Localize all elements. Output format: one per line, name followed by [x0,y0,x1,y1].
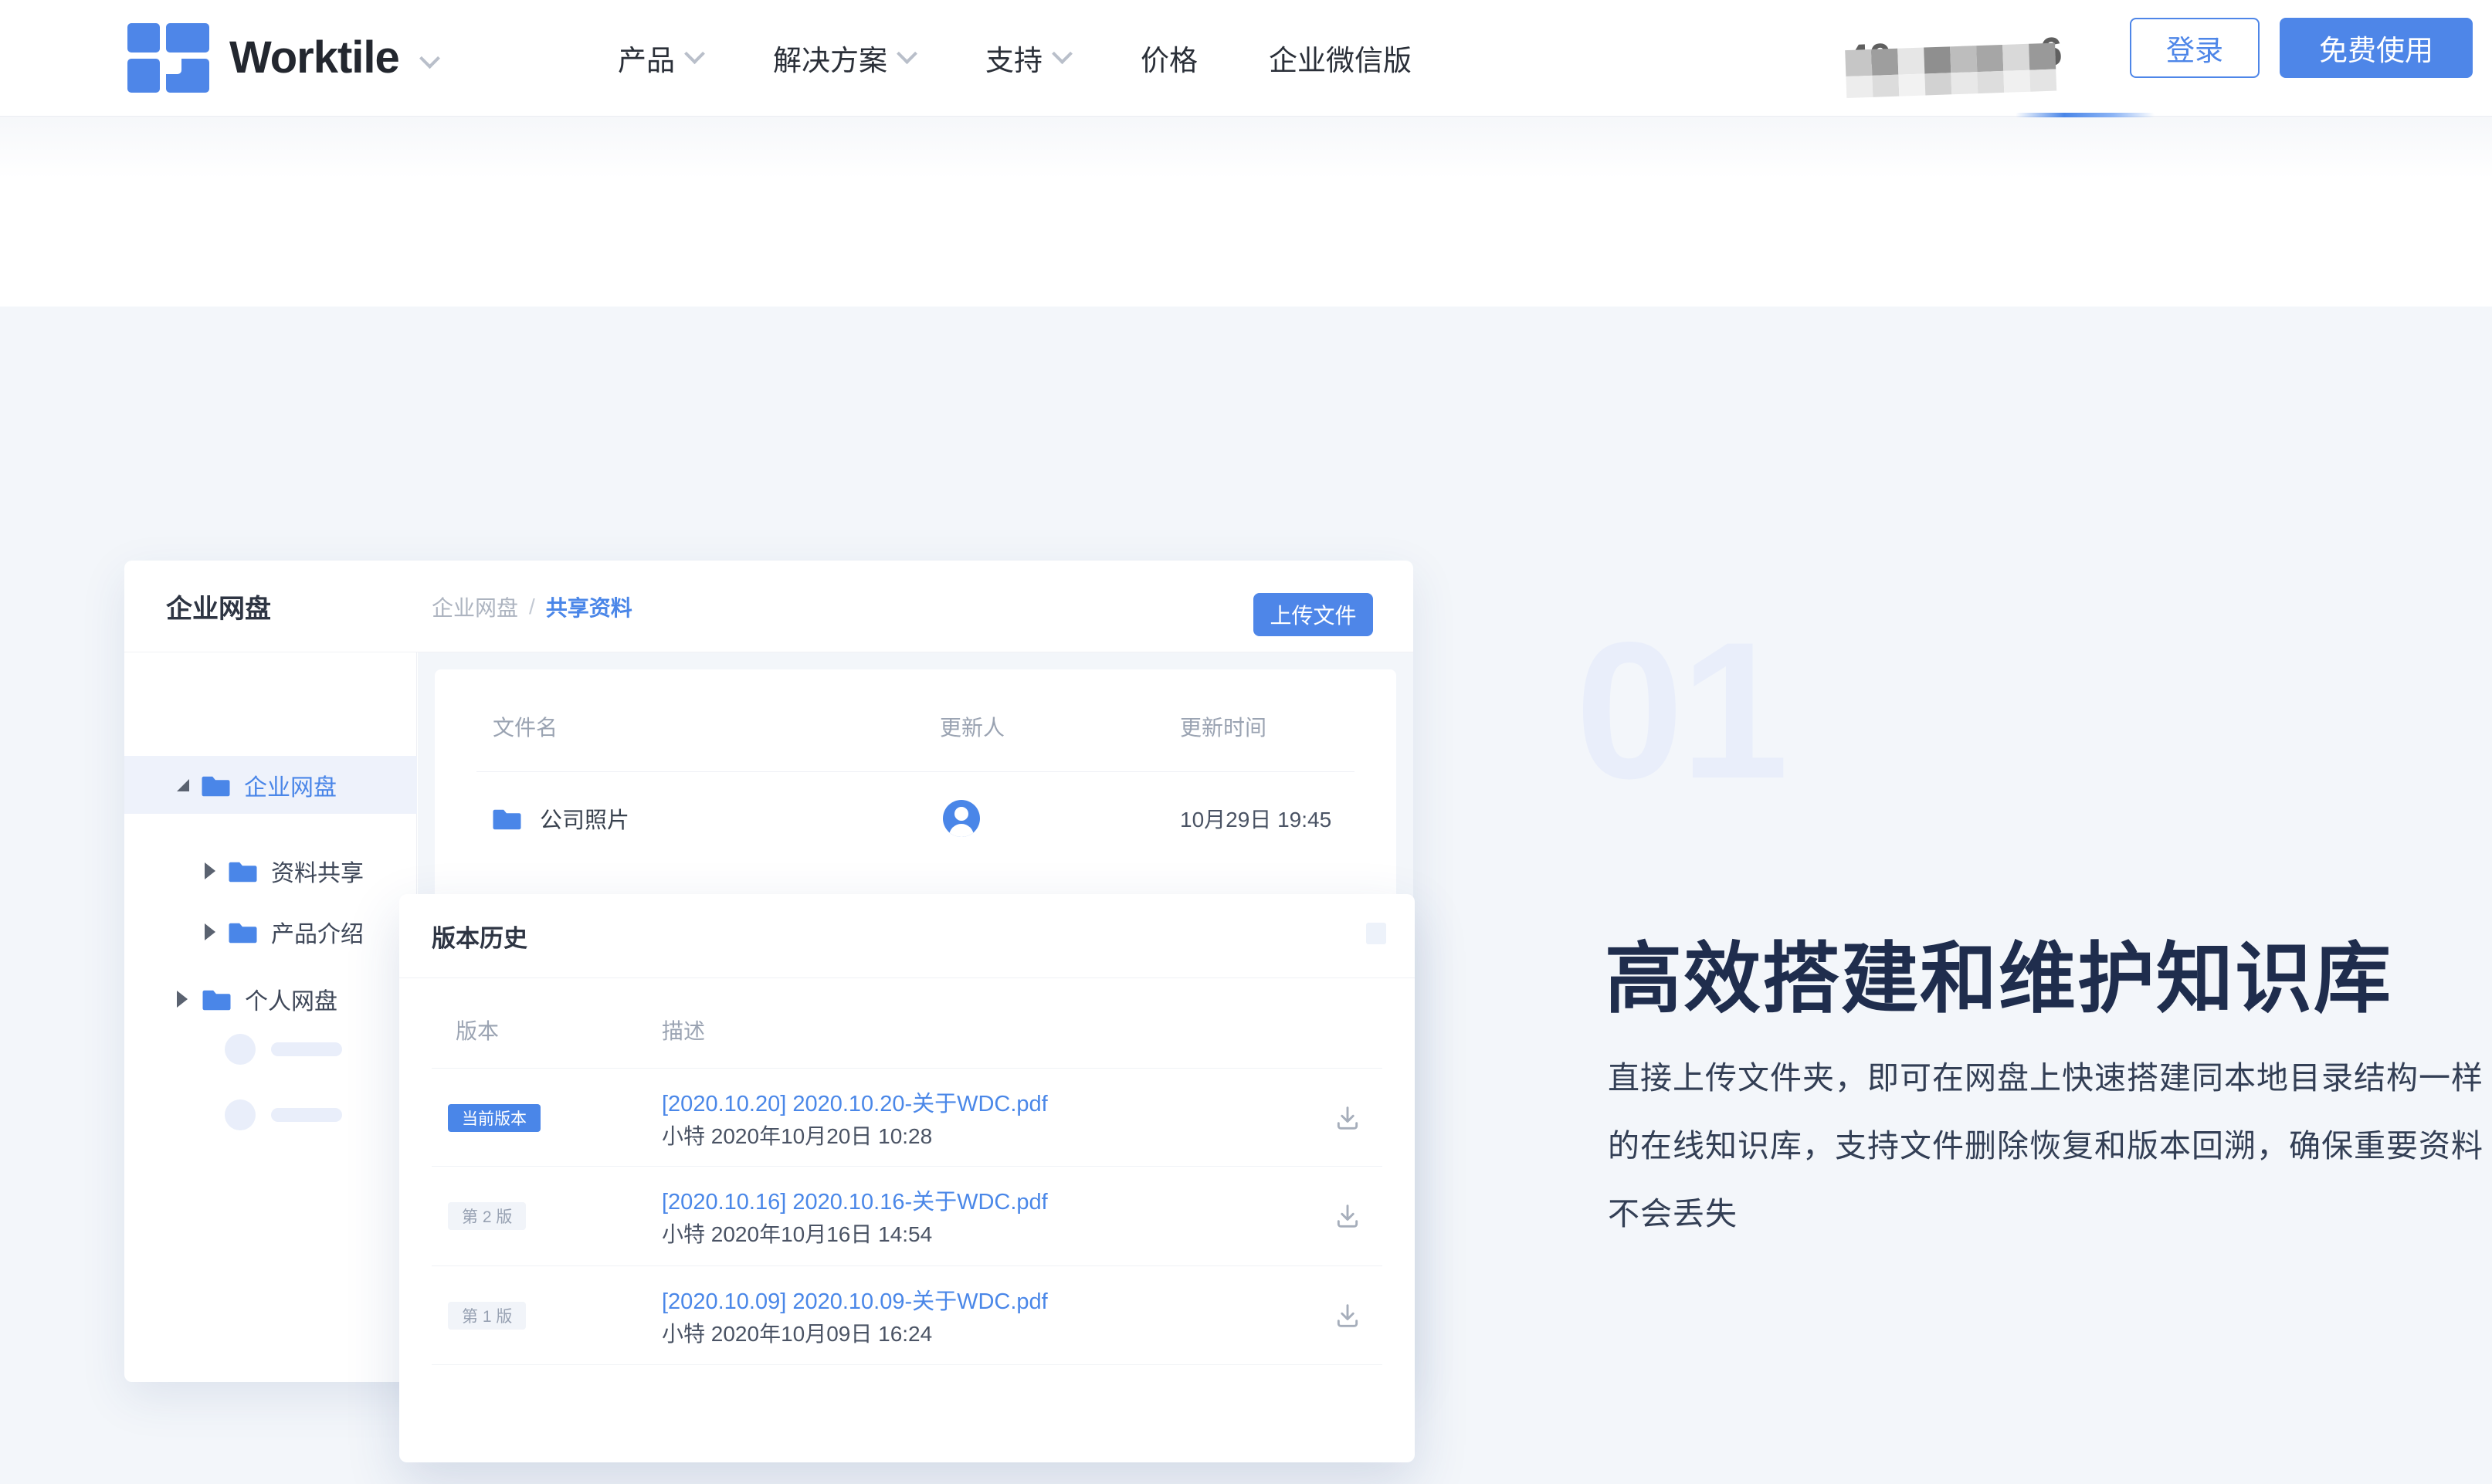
version-meta: 小特 2020年10月20日 10:28 [662,1120,932,1150]
feature-index-watermark: 01 [1575,614,1785,808]
drive-card-header: 企业网盘 企业网盘 / 共享资料 上传文件 [124,561,1413,652]
version-row: 当前版本 [2020.10.20] 2020.10.20-关于WDC.pdf 小… [399,1069,1415,1167]
nav-item-wechat-work[interactable]: 企业微信版 [1269,37,1412,79]
free-trial-button[interactable]: 免费使用 [2280,18,2473,78]
chevron-down-icon [1052,43,1073,64]
tree-item-label: 资料共享 [271,854,364,888]
column-header-updater: 更新人 [940,711,1005,742]
caret-collapsed-icon[interactable] [177,991,188,1008]
close-icon[interactable] [1366,923,1386,944]
breadcrumb: 企业网盘 / 共享资料 [432,561,632,652]
folder-icon [493,807,521,830]
nav-links: 产品 解决方案 支持 价格 企业微信版 [618,0,1412,116]
version-badge-current: 当前版本 [448,1104,541,1132]
skeleton-circle [225,1034,256,1065]
breadcrumb-separator: / [529,595,535,619]
skeleton-row [225,1099,342,1130]
logo-text: Worktile [229,32,399,83]
version-row: 第 2 版 [2020.10.16] 2020.10.16-关于WDC.pdf … [399,1167,1415,1265]
column-header-updated-time: 更新时间 [1180,711,1266,742]
table-row[interactable]: 公司照片 10月29日 19:45 [435,772,1396,865]
download-icon[interactable] [1332,1103,1363,1133]
tree-item-label: 个人网盘 [245,982,337,1016]
skeleton-bar [271,1108,342,1122]
version-file-link[interactable]: [2020.10.09] 2020.10.09-关于WDC.pdf [662,1283,1048,1316]
feature-heading: 高效搭建和维护知识库 [1605,916,2392,1028]
skeleton-row [225,1034,342,1065]
folder-icon [229,920,257,944]
breadcrumb-current: 共享资料 [546,591,632,622]
divider [432,1364,1382,1365]
chevron-down-icon [684,43,705,64]
worktile-logo[interactable]: Worktile [127,22,437,93]
feature-description: 直接上传文件夹，即可在网盘上快速搭建同本地目录结构一样的在线知识库，支持文件删除… [1608,1044,2488,1248]
version-history-modal: 版本历史 版本 描述 当前版本 [2020.10.20] 2020.10.20-… [399,894,1415,1462]
chevron-down-icon [419,48,440,69]
modal-header: 版本历史 [399,894,1415,978]
tree-item-shared-docs[interactable]: 资料共享 [124,842,417,900]
chevron-down-icon [897,43,917,64]
phone-number-pixelated: 406 [1845,29,2071,103]
column-header-description: 描述 [662,1008,705,1051]
nav-item-label: 产品 [618,37,675,79]
drive-sidebar: 企业网盘 资料共享 产品介绍 个人网盘 [124,652,417,1382]
folder-icon [229,859,257,883]
version-file-link[interactable]: [2020.10.20] 2020.10.20-关于WDC.pdf [662,1086,1048,1118]
nav-item-label: 支持 [985,37,1043,79]
tree-item-product-intro[interactable]: 产品介绍 [124,903,417,961]
version-meta: 小特 2020年10月16日 14:54 [662,1218,932,1249]
breadcrumb-root[interactable]: 企业网盘 [432,591,518,622]
skeleton-bar [271,1042,342,1056]
version-badge: 第 1 版 [448,1302,526,1330]
version-row: 第 1 版 [2020.10.09] 2020.10.09-关于WDC.pdf … [399,1266,1415,1364]
login-button[interactable]: 登录 [2130,18,2260,78]
folder-icon [202,988,231,1011]
caret-expanded-icon[interactable] [177,779,189,791]
tree-item-label: 产品介绍 [271,915,364,949]
column-header-filename: 文件名 [493,711,558,742]
tree-item-label: 企业网盘 [244,768,337,802]
skeleton-circle [225,1099,256,1130]
nav-item-label: 企业微信版 [1269,37,1412,79]
tree-item-personal-drive[interactable]: 个人网盘 [124,970,417,1028]
nav-item-label: 价格 [1141,37,1198,79]
modal-title: 版本历史 [432,894,527,978]
nav-item-solutions[interactable]: 解决方案 [773,37,914,79]
nav-item-support[interactable]: 支持 [985,37,1070,79]
column-header-version: 版本 [456,1008,499,1051]
top-navbar: Worktile 产品 解决方案 支持 价格 企业微信版 406 登录 免费使用 [0,0,2492,117]
caret-collapsed-icon[interactable] [205,862,215,879]
caret-collapsed-icon[interactable] [205,923,215,940]
download-icon[interactable] [1332,1300,1363,1331]
download-icon[interactable] [1332,1201,1363,1232]
upload-file-button[interactable]: 上传文件 [1253,593,1373,636]
navbar-shadow [0,117,2492,178]
file-name: 公司照片 [540,802,629,835]
worktile-logo-icon [127,22,209,93]
updater-avatar [943,800,980,837]
drive-sidebar-title: 企业网盘 [166,561,271,652]
updated-time: 10月29日 19:45 [1180,772,1331,865]
nav-item-products[interactable]: 产品 [618,37,702,79]
tree-item-enterprise-drive[interactable]: 企业网盘 [124,756,417,814]
version-file-link[interactable]: [2020.10.16] 2020.10.16-关于WDC.pdf [662,1184,1048,1216]
folder-icon [202,774,230,797]
version-badge: 第 2 版 [448,1202,526,1230]
navbar-blue-underline [2016,113,2155,117]
version-meta: 小特 2020年10月09日 16:24 [662,1317,932,1348]
nav-item-pricing[interactable]: 价格 [1141,37,1198,79]
nav-item-label: 解决方案 [773,37,887,79]
